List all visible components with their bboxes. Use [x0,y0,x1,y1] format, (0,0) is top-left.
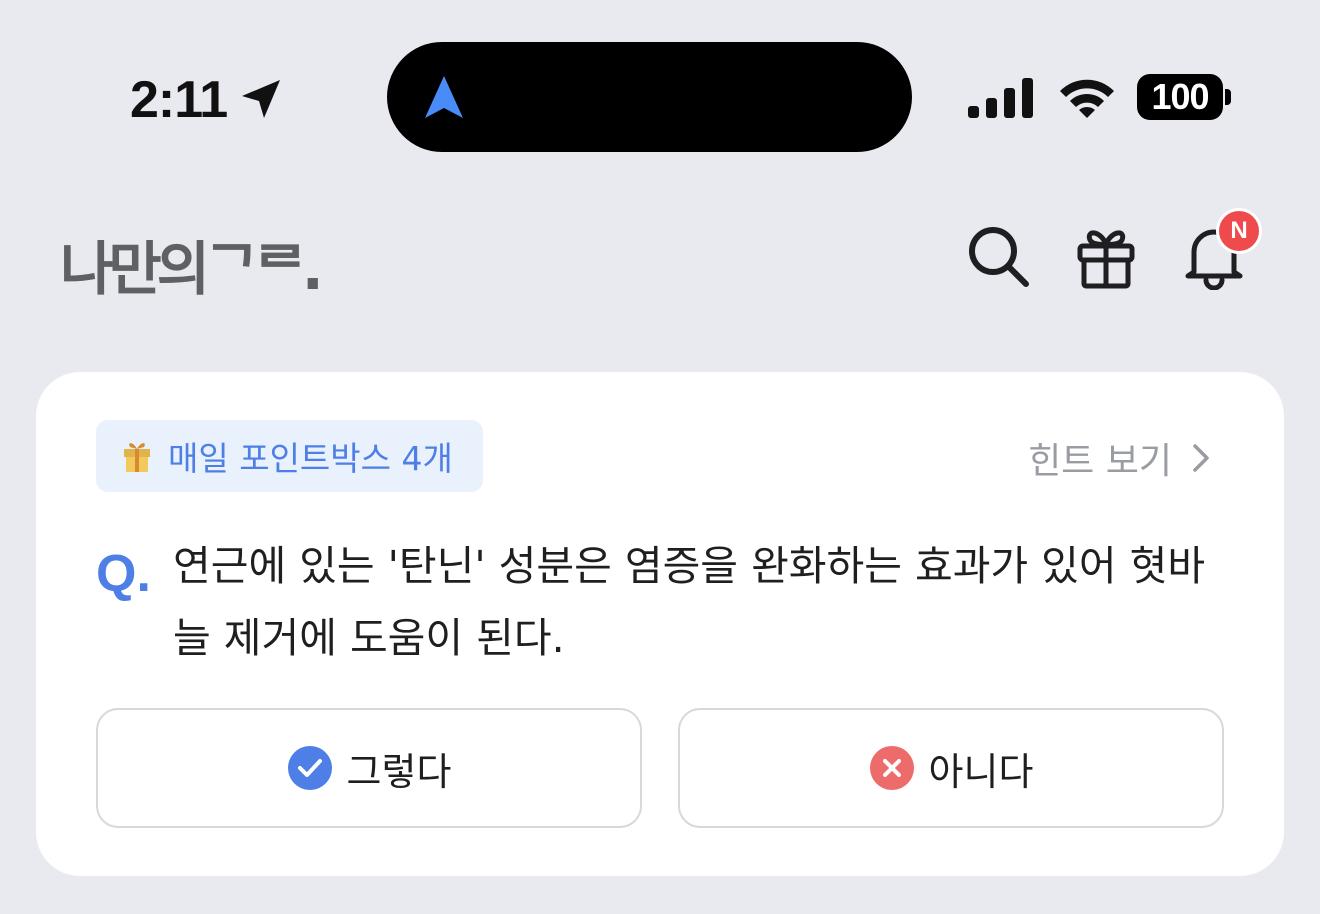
check-circle-icon [287,746,332,790]
gift-icon[interactable] [1072,222,1140,290]
question-mark-label: Q. [96,545,151,603]
status-time: 2:11 [130,71,228,129]
no-label: 아니다 [928,749,1034,794]
dynamic-island [387,42,912,152]
navigation-arrow-icon [425,76,463,118]
pointbox-label: 매일 포인트박스 4개 [168,439,453,478]
app-screen: 2:11 100 나만의ᄀᄅ. N 매일 포인트박스 4개 힌트 보기 Q. 연… [0,0,1320,914]
x-circle-icon [869,746,914,790]
no-button[interactable]: 아니다 [678,708,1224,828]
chevron-right-icon [1193,444,1209,472]
yes-label: 그렇다 [346,749,452,794]
gift-box-icon [124,443,150,472]
notification-badge: N [1216,208,1262,254]
hint-link[interactable]: 힌트 보기 [1028,432,1212,484]
location-arrow-icon [242,80,280,118]
daily-pointbox-pill: 매일 포인트박스 4개 [96,420,483,492]
question-text: 연근에 있는 '탄닌' 성분은 염증을 완화하는 효과가 있어 혓바늘 제거에 … [173,542,1206,662]
battery-tip [1225,89,1231,105]
app-logo[interactable]: 나만의ᄀᄅ. [60,222,324,306]
wifi-icon [1060,79,1114,118]
quiz-card: 매일 포인트박스 4개 힌트 보기 Q. 연근에 있는 '탄닌' 성분은 염증을… [36,372,1284,876]
battery-indicator: 100 [1137,74,1223,120]
hint-label: 힌트 보기 [1028,441,1172,482]
yes-button[interactable]: 그렇다 [96,708,642,828]
cellular-signal-icon [968,78,1033,118]
search-icon[interactable] [964,222,1032,290]
